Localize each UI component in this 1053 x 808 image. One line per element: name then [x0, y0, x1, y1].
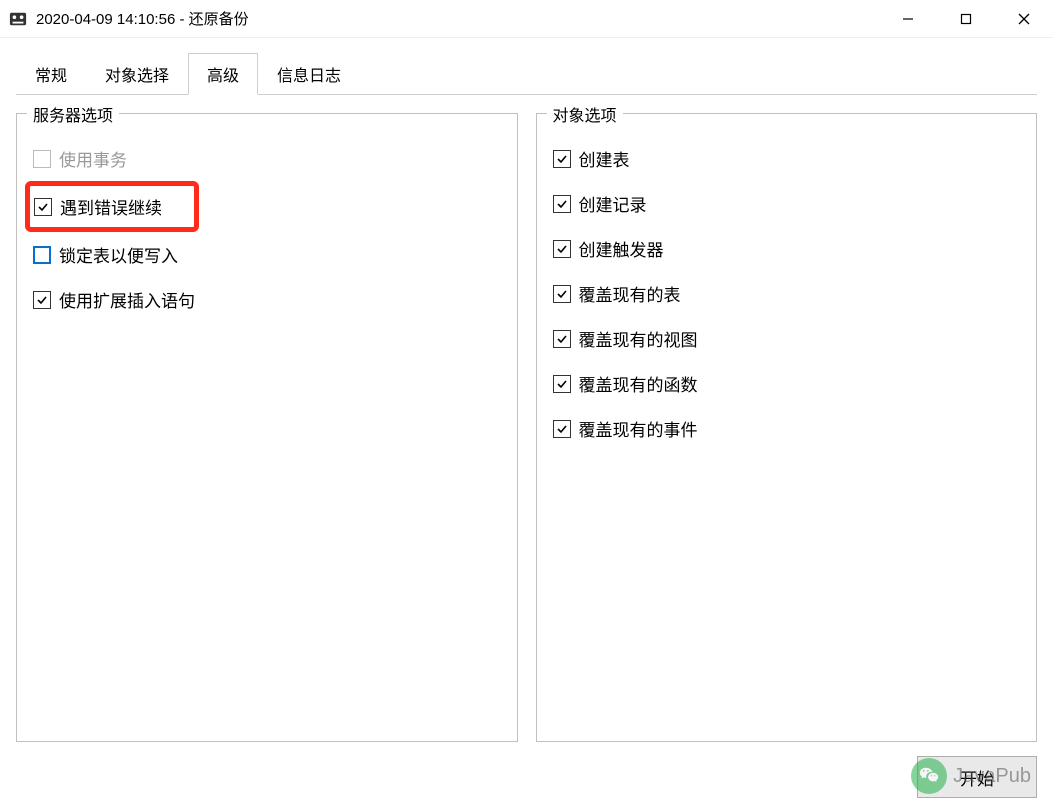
checkbox-label: 覆盖现有的事件 [579, 416, 698, 441]
checkbox-extended-insert[interactable]: 使用扩展插入语句 [31, 277, 503, 322]
checkbox-label: 锁定表以便写入 [59, 242, 178, 267]
close-button[interactable] [995, 0, 1053, 37]
tab-general[interactable]: 常规 [16, 53, 86, 95]
object-options-group: 对象选项 创建表 创建记录 创建触发器 覆盖现有的表 覆盖现有的视图 [536, 113, 1038, 742]
checkbox-overwrite-views[interactable]: 覆盖现有的视图 [551, 316, 1023, 361]
highlight-annotation: 遇到错误继续 [25, 181, 199, 232]
checkbox-continue-on-error[interactable]: 遇到错误继续 [32, 190, 164, 223]
tab-object-select[interactable]: 对象选择 [86, 53, 188, 95]
checkbox-icon [33, 246, 51, 264]
checkbox-icon [553, 330, 571, 348]
titlebar: 2020-04-09 14:10:56 - 还原备份 [0, 0, 1053, 38]
window-body: 常规 对象选择 高级 信息日志 服务器选项 使用事务 遇到错误继续 [0, 38, 1053, 808]
app-icon [8, 9, 28, 29]
tab-label: 对象选择 [105, 68, 169, 85]
checkbox-icon [553, 285, 571, 303]
minimize-button[interactable] [879, 0, 937, 37]
group-title: 服务器选项 [27, 102, 119, 126]
checkbox-lock-tables[interactable]: 锁定表以便写入 [31, 232, 503, 277]
checkbox-icon [33, 291, 51, 309]
checkbox-icon [34, 198, 52, 216]
checkbox-icon [553, 195, 571, 213]
checkbox-icon [553, 150, 571, 168]
checkbox-label: 使用扩展插入语句 [59, 287, 195, 312]
footer: 开始 JavaPub [16, 742, 1037, 798]
checkbox-icon [553, 240, 571, 258]
checkbox-overwrite-events[interactable]: 覆盖现有的事件 [551, 406, 1023, 451]
checkbox-label: 使用事务 [59, 146, 127, 171]
checkbox-icon [553, 420, 571, 438]
checkbox-create-triggers[interactable]: 创建触发器 [551, 226, 1023, 271]
window-controls [879, 0, 1053, 37]
tab-advanced[interactable]: 高级 [188, 53, 258, 95]
content-row: 服务器选项 使用事务 遇到错误继续 锁定表以便写入 [16, 113, 1037, 742]
checkbox-use-transaction: 使用事务 [31, 136, 503, 181]
tab-label: 信息日志 [277, 68, 341, 85]
checkbox-overwrite-functions[interactable]: 覆盖现有的函数 [551, 361, 1023, 406]
tab-label: 常规 [35, 68, 67, 85]
checkbox-label: 覆盖现有的表 [579, 281, 681, 306]
checkbox-label: 覆盖现有的函数 [579, 371, 698, 396]
window-title: 2020-04-09 14:10:56 - 还原备份 [36, 8, 879, 29]
start-button[interactable]: 开始 [917, 756, 1037, 798]
button-label: 开始 [960, 765, 994, 790]
checkbox-label: 创建触发器 [579, 236, 664, 261]
tab-label: 高级 [207, 68, 239, 85]
checkbox-label: 创建表 [579, 146, 630, 171]
checkbox-icon [33, 150, 51, 168]
maximize-button[interactable] [937, 0, 995, 37]
checkbox-overwrite-tables[interactable]: 覆盖现有的表 [551, 271, 1023, 316]
server-options-group: 服务器选项 使用事务 遇到错误继续 锁定表以便写入 [16, 113, 518, 742]
checkbox-create-tables[interactable]: 创建表 [551, 136, 1023, 181]
tab-bar: 常规 对象选择 高级 信息日志 [16, 52, 1037, 95]
checkbox-icon [553, 375, 571, 393]
tab-log[interactable]: 信息日志 [258, 53, 360, 95]
checkbox-label: 覆盖现有的视图 [579, 326, 698, 351]
checkbox-label: 遇到错误继续 [60, 194, 162, 219]
checkbox-create-records[interactable]: 创建记录 [551, 181, 1023, 226]
group-title: 对象选项 [547, 102, 623, 126]
checkbox-label: 创建记录 [579, 191, 647, 216]
